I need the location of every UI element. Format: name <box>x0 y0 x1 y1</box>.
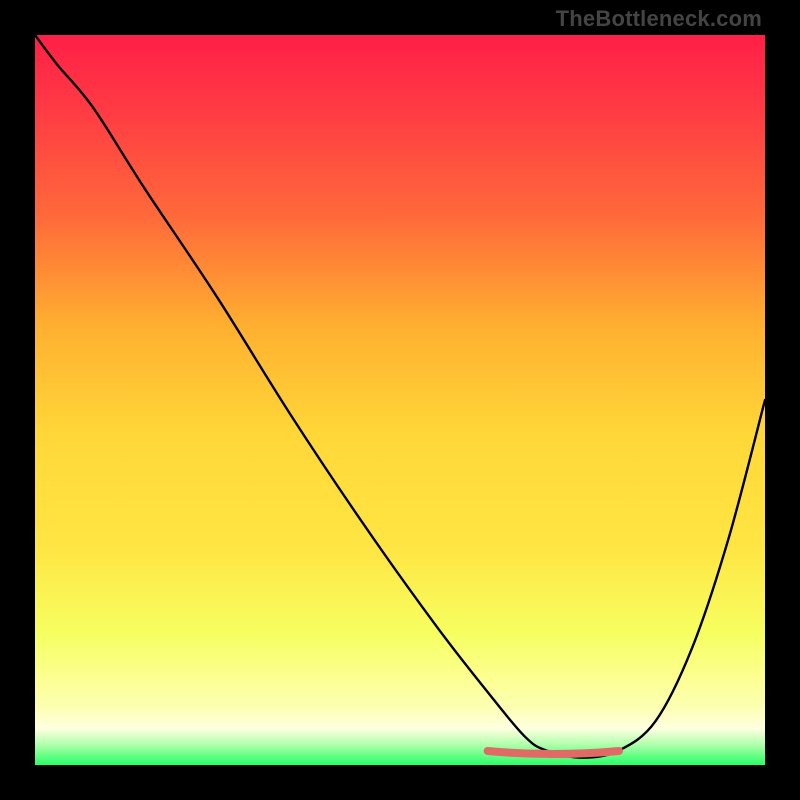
chart-frame: TheBottleneck.com <box>0 0 800 800</box>
plot-area <box>35 35 765 765</box>
watermark-text: TheBottleneck.com <box>556 6 762 32</box>
bottleneck-curve <box>35 35 765 765</box>
